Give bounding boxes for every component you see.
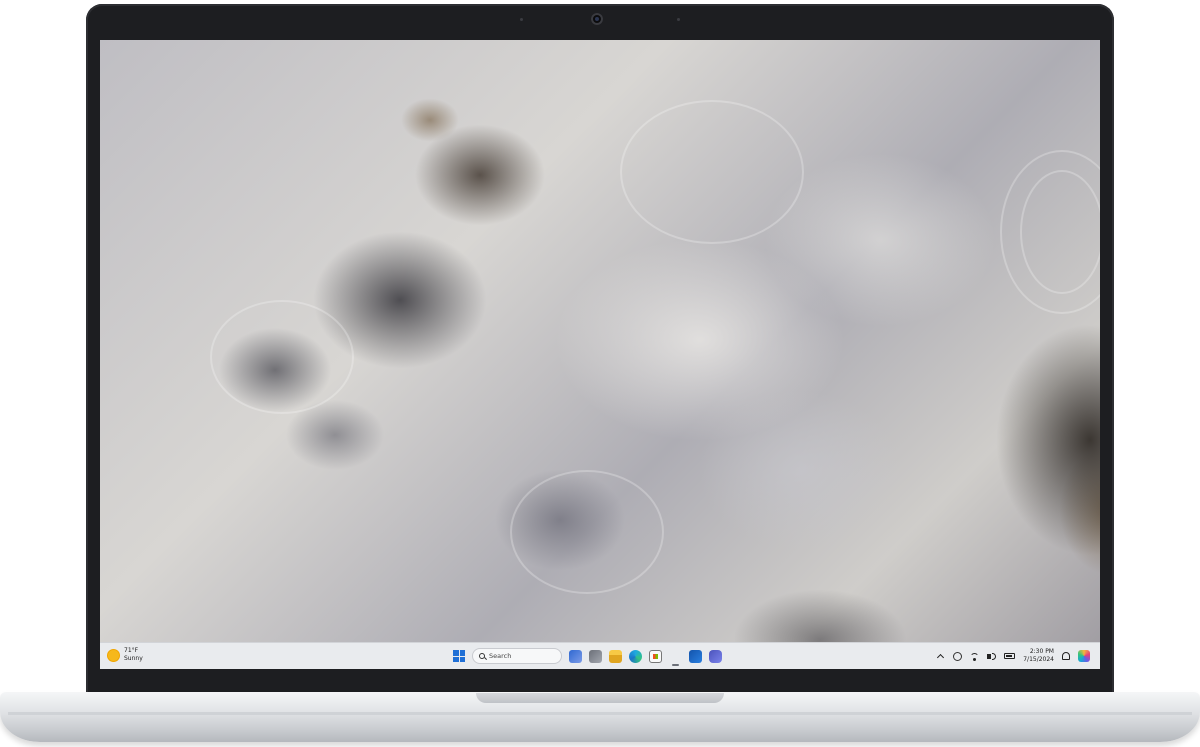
sun-icon <box>108 649 119 661</box>
store-icon[interactable] <box>649 649 662 663</box>
clock-date: 7/15/2024 <box>1023 656 1054 663</box>
weather-temperature: 71°F <box>124 647 139 654</box>
notification-bell-icon[interactable] <box>1062 652 1070 660</box>
search-placeholder: Search <box>489 652 512 660</box>
wallpaper-swirl <box>1020 170 1100 294</box>
wallpaper-swirl <box>620 100 804 244</box>
wallpaper-swirl <box>210 300 354 414</box>
search-box[interactable]: Search <box>472 648 562 664</box>
clock[interactable]: 2:30 PM 7/15/2024 <box>1023 648 1054 664</box>
settings-icon[interactable] <box>953 651 963 661</box>
outlook-icon[interactable] <box>689 649 702 663</box>
lid-opening-notch <box>476 693 724 703</box>
ir-sensor <box>520 18 523 21</box>
teams-icon[interactable] <box>709 649 722 663</box>
wallpaper-swirl <box>510 470 664 594</box>
system-tray: 2:30 PM 7/15/2024 <box>936 646 1090 666</box>
windows-logo-icon[interactable] <box>453 650 465 662</box>
app-icon[interactable] <box>669 649 682 666</box>
taskbar-center: Search <box>453 647 722 666</box>
volume-icon[interactable] <box>987 652 997 661</box>
webcam-icon <box>591 13 603 25</box>
weather-widget[interactable]: 71°F Sunny <box>108 647 143 663</box>
folder-icon[interactable] <box>609 649 622 663</box>
laptop-base-edge <box>8 712 1192 715</box>
taskbar: 71°F Sunny Search 2:30 PM 7/15/2024 <box>100 642 1100 669</box>
task-view-icon[interactable] <box>589 649 602 663</box>
light-sensor <box>677 18 680 21</box>
edge-browser-icon[interactable] <box>629 649 642 663</box>
copilot-icon[interactable] <box>1078 650 1090 662</box>
battery-icon[interactable] <box>1004 653 1016 659</box>
clock-time: 2:30 PM <box>1029 648 1054 655</box>
chevron-up-icon[interactable] <box>936 652 945 661</box>
widgets-icon[interactable] <box>569 649 582 663</box>
search-icon <box>479 653 485 659</box>
desktop-wallpaper <box>100 40 1100 668</box>
weather-text: 71°F Sunny <box>124 647 143 663</box>
wifi-icon[interactable] <box>970 652 980 661</box>
weather-condition: Sunny <box>124 655 143 662</box>
